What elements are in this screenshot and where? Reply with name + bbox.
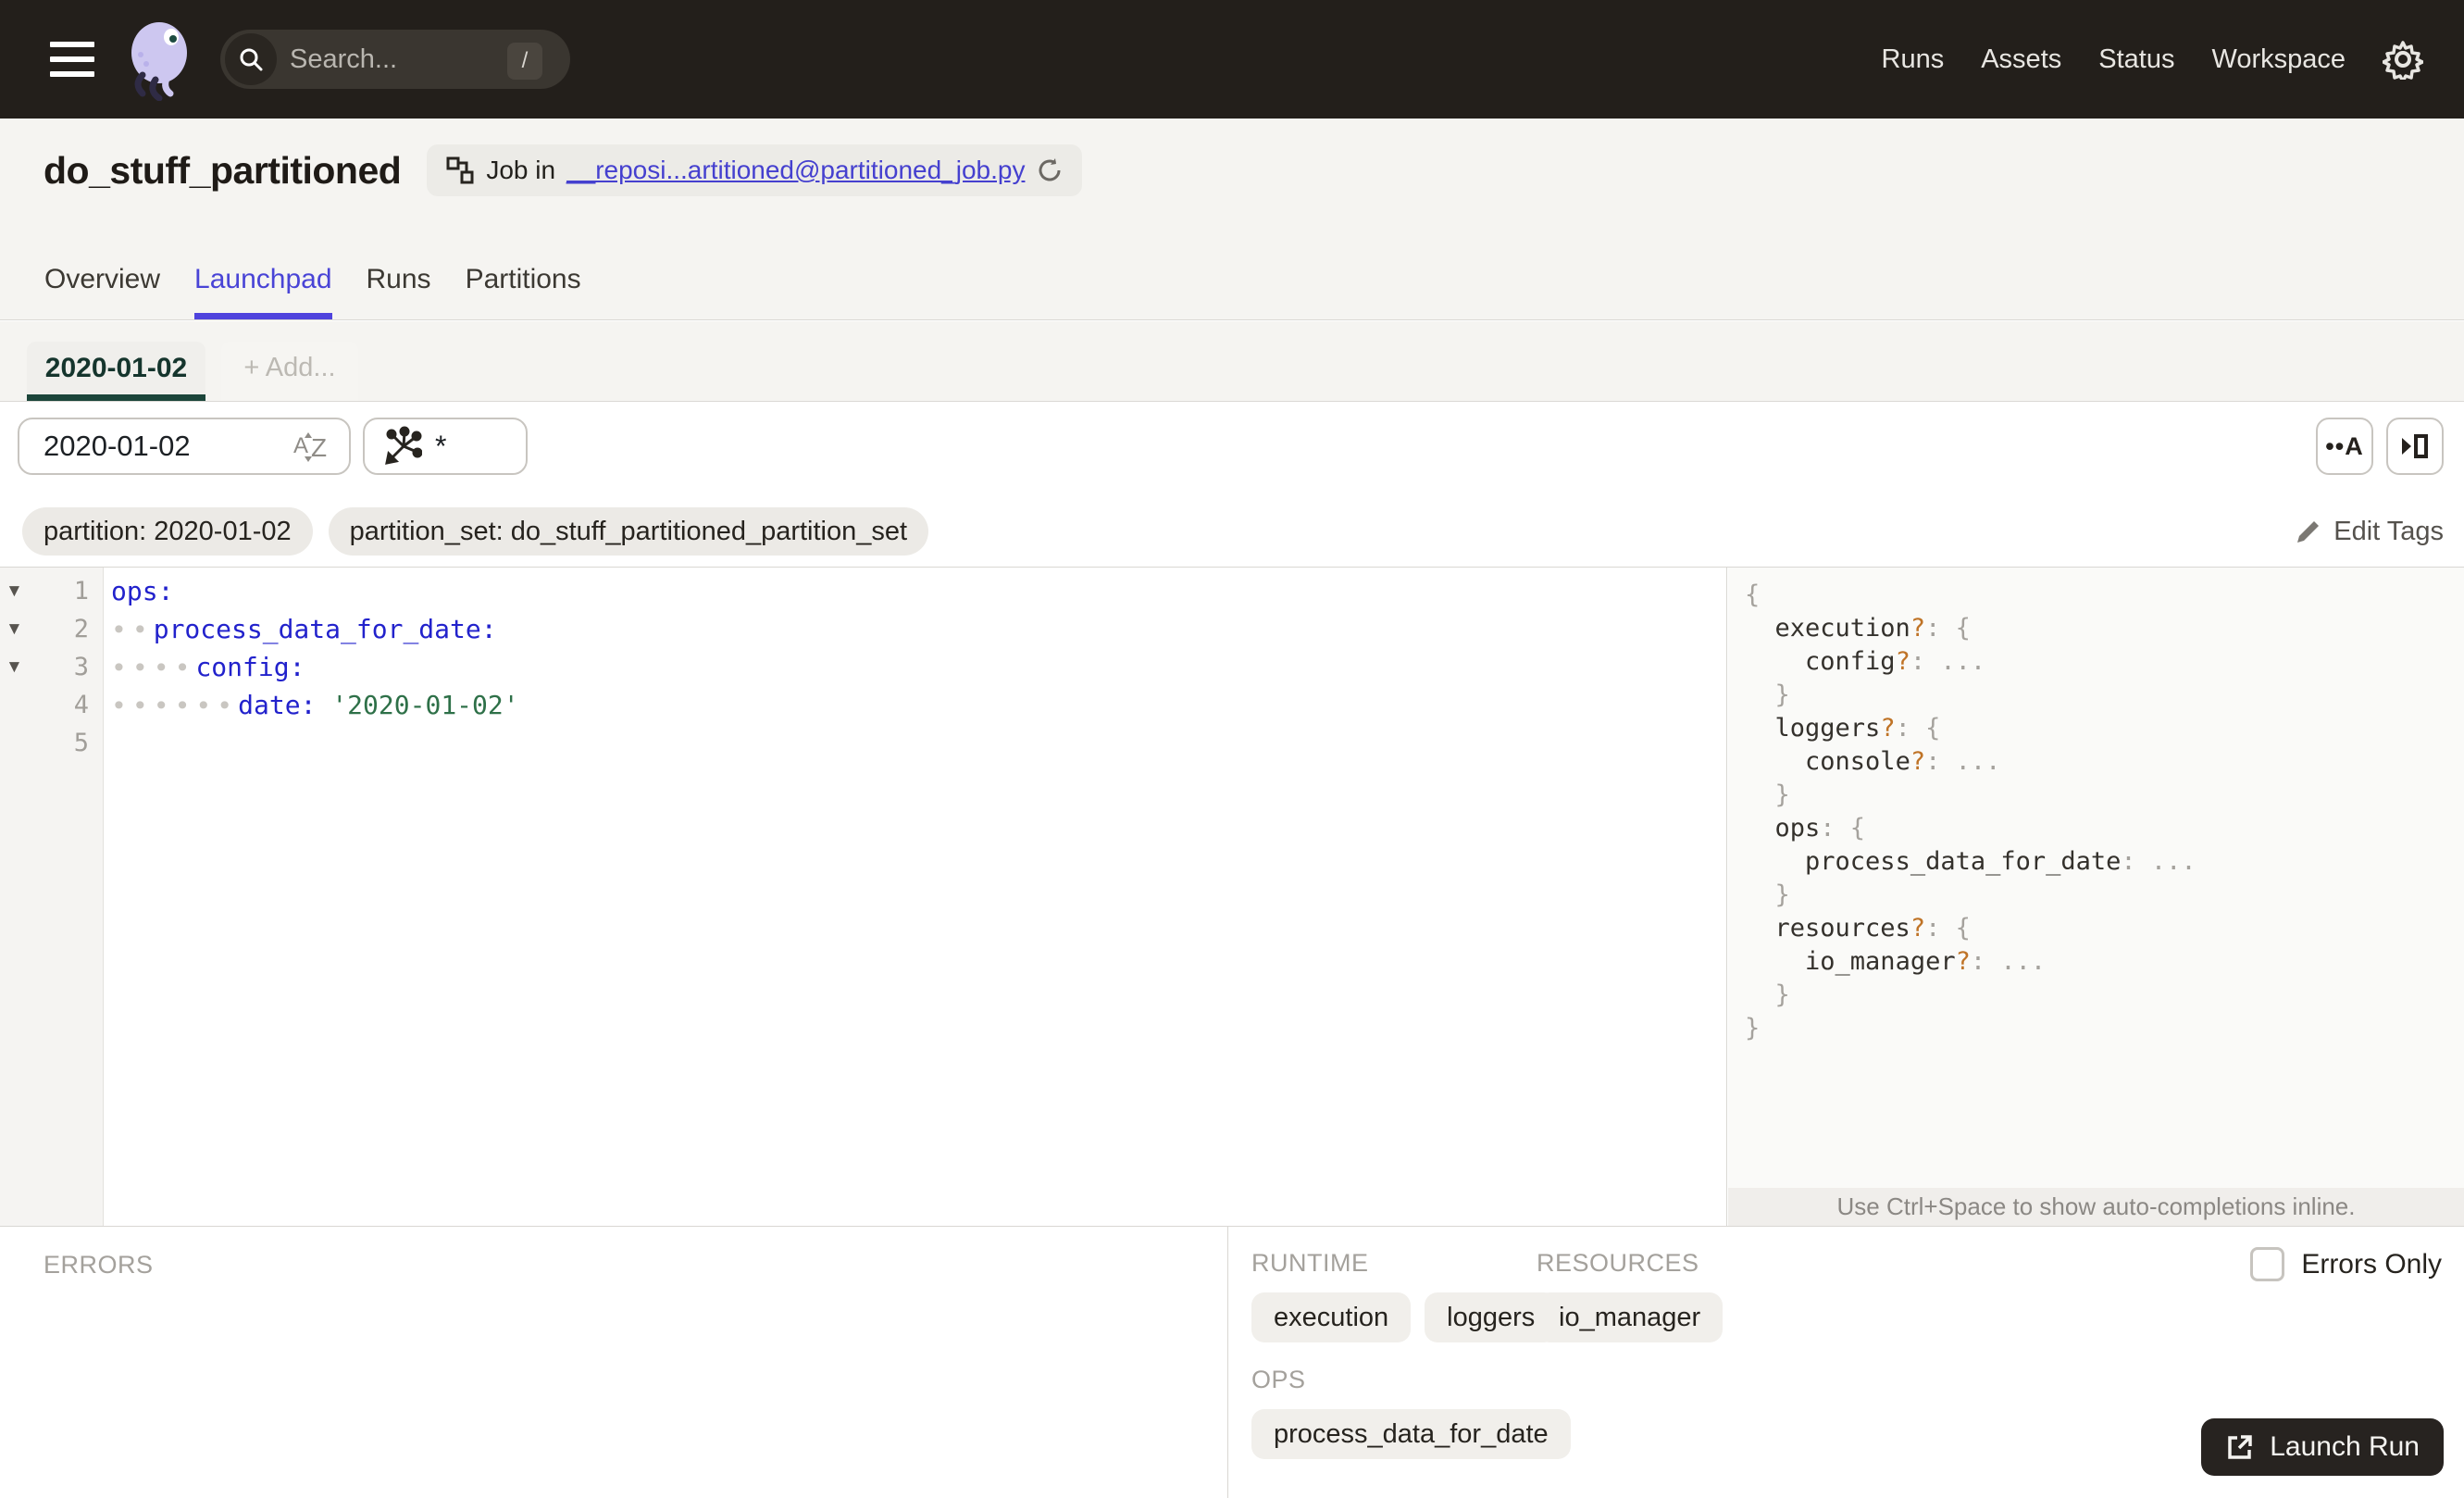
resources-chip-io-manager[interactable]: io_manager <box>1537 1292 1724 1342</box>
svg-text:Z: Z <box>311 433 327 462</box>
nav-item-workspace[interactable]: Workspace <box>2211 44 2346 75</box>
launchpad-content: 2020-01-02 A Z * ••A partition: 2020-01-… <box>0 402 2464 1226</box>
editor-line: ▼ 1 ops: <box>0 572 1726 610</box>
job-repo-link[interactable]: __reposi...artitioned@partitioned_job.py <box>566 156 1025 185</box>
editor-line: 4 ∙∙∙∙∙∙date: '2020-01-02' <box>73 690 519 720</box>
top-nav-links: Runs Assets Status Workspace <box>1882 39 2464 80</box>
edit-tags-label: Edit Tags <box>2333 516 2444 546</box>
scaffold-icon <box>2402 434 2428 458</box>
tag-partition-set: partition_set: do_stuff_partitioned_part… <box>328 507 929 556</box>
add-config-tab-button[interactable]: + Add... <box>221 342 358 401</box>
errors-only-label: Errors Only <box>2301 1248 2442 1280</box>
fold-arrow-icon[interactable]: ▼ <box>6 648 28 686</box>
errors-only-checkbox[interactable] <box>2250 1247 2285 1281</box>
op-selector-icon <box>385 426 422 465</box>
hamburger-menu-icon[interactable] <box>50 42 94 77</box>
search-placeholder: Search... <box>290 44 398 74</box>
runtime-title: RUNTIME <box>1251 1249 1369 1277</box>
launchpad-config-tabs: 2020-01-02 + Add... <box>0 321 2464 402</box>
page-title: do_stuff_partitioned <box>44 148 402 192</box>
dagster-logo[interactable] <box>120 18 196 101</box>
bottom-panel: ERRORS RUNTIME execution loggers RESOURC… <box>0 1226 2464 1498</box>
refresh-icon[interactable] <box>1036 156 1064 184</box>
launch-run-label: Launch Run <box>2270 1431 2420 1462</box>
job-tabs: Overview Launchpad Runs Partitions <box>44 240 581 319</box>
tab-overview[interactable]: Overview <box>44 240 160 319</box>
runtime-section: RUNTIME execution loggers <box>1251 1249 1558 1342</box>
ops-chip-process-data-for-date[interactable]: process_data_for_date <box>1251 1409 1571 1459</box>
nav-item-assets[interactable]: Assets <box>1981 44 2061 75</box>
edit-tags-button[interactable]: Edit Tags <box>2295 517 2444 547</box>
editor-line: ▼ 3 ∙∙∙∙config: <box>0 648 1726 686</box>
errors-title: ERRORS <box>44 1251 154 1279</box>
partition-select-input[interactable]: 2020-01-02 A Z <box>18 418 351 475</box>
config-schema-panel: { execution?: { config?: ... } loggers?:… <box>1728 568 2464 1226</box>
config-summary-pane: RUNTIME execution loggers RESOURCES io_m… <box>1229 1227 2464 1498</box>
nav-item-status[interactable]: Status <box>2098 44 2174 75</box>
editor-line: 5 <box>73 729 89 757</box>
autocomplete-hint: Use Ctrl+Space to show auto-completions … <box>1728 1188 2464 1226</box>
config-tab-partition[interactable]: 2020-01-02 <box>27 342 205 401</box>
toggle-whitespace-button[interactable]: ••A <box>2316 418 2373 475</box>
tab-runs[interactable]: Runs <box>367 240 431 319</box>
ops-title: OPS <box>1251 1366 1306 1393</box>
search-icon <box>225 33 277 85</box>
scaffold-config-button[interactable] <box>2386 418 2444 475</box>
tab-partitions[interactable]: Partitions <box>466 240 581 319</box>
settings-gear-icon[interactable] <box>2383 39 2423 80</box>
editor-line: ▼ 2 ∙∙process_data_for_date: <box>0 610 1726 648</box>
tab-launchpad[interactable]: Launchpad <box>194 240 333 319</box>
tag-partition: partition: 2020-01-02 <box>22 507 313 556</box>
op-selection-input[interactable]: * <box>363 418 528 475</box>
errors-only-toggle[interactable]: Errors Only <box>2250 1247 2442 1281</box>
launch-run-button[interactable]: Launch Run <box>2201 1418 2444 1476</box>
fold-arrow-icon[interactable]: ▼ <box>6 572 28 610</box>
job-origin-badge: Job in __reposi...artitioned@partitioned… <box>427 144 1083 196</box>
dagster-launchpad-page: Search... / Runs Assets Status Workspace… <box>0 0 2464 1498</box>
launch-icon <box>2228 1435 2252 1459</box>
whitespace-icon: ••A <box>2325 431 2364 460</box>
resources-section: RESOURCES io_manager <box>1537 1249 1724 1342</box>
config-editor[interactable]: ▼ 1 ops: ▼ 2 ∙∙process_data_for_date: ▼ … <box>0 568 1727 1226</box>
job-graph-icon <box>446 156 474 184</box>
fold-arrow-icon[interactable]: ▼ <box>6 610 28 648</box>
launchpad-toolbar: 2020-01-02 A Z * ••A <box>18 418 2444 475</box>
runtime-chip-execution[interactable]: execution <box>1251 1292 1412 1342</box>
global-search-input[interactable]: Search... / <box>220 30 570 89</box>
op-selection-value: * <box>435 429 447 463</box>
pencil-icon <box>2297 519 2321 543</box>
nav-item-runs[interactable]: Runs <box>1882 44 1945 75</box>
ops-section: OPS process_data_for_date <box>1251 1366 1571 1459</box>
schema-lines: { execution?: { config?: ... } loggers?:… <box>1745 580 2196 1042</box>
partition-select-value: 2020-01-02 <box>44 430 191 462</box>
sort-az-icon: A Z <box>293 432 327 462</box>
job-header: do_stuff_partitioned Job in __reposi...a… <box>0 119 2464 320</box>
search-shortcut-key: / <box>507 43 542 80</box>
job-badge-prefix: Job in <box>486 156 556 184</box>
errors-pane: ERRORS <box>0 1227 1228 1498</box>
tags-row: partition: 2020-01-02 partition_set: do_… <box>22 506 2444 556</box>
resources-title: RESOURCES <box>1537 1249 1699 1277</box>
top-navigation-bar: Search... / Runs Assets Status Workspace <box>0 0 2464 119</box>
